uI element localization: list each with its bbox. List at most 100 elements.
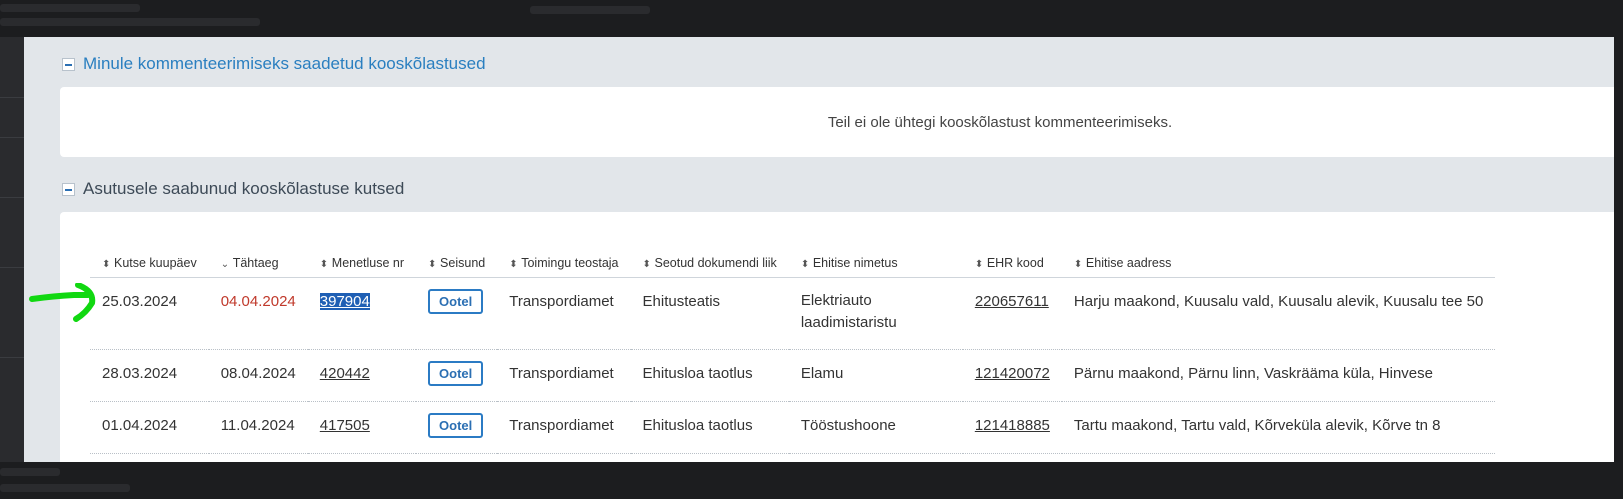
table-cell: Elamu bbox=[789, 350, 963, 402]
invite-date: 01.04.2024 bbox=[102, 417, 178, 434]
table-cell: Ehitusteatis bbox=[631, 278, 789, 350]
ehr-code-link[interactable]: 121420072 bbox=[975, 365, 1050, 382]
document-type: Ehitusloa taotlus bbox=[642, 365, 753, 382]
table-row[interactable]: 25.03.2024 04.04.2024 397904 Ootel Transpord… bbox=[90, 278, 1496, 350]
column-header[interactable]: ⬍ Toimingu teostaja bbox=[497, 234, 630, 278]
table-cell: Tartu maakond, Tartu vald, Kõrveküla ale… bbox=[1062, 402, 1495, 454]
column-header[interactable]: ⬍ Seotud dokumendi liik bbox=[631, 234, 789, 278]
sort-both-icon[interactable]: ⬍ bbox=[428, 259, 438, 270]
building-address: Harju maakond, Kuusalu vald, Kuusalu ale… bbox=[1073, 293, 1484, 310]
building-address: Pärnu maakond, Pärnu linn, Vaskrääma kül… bbox=[1073, 365, 1433, 382]
status-badge[interactable]: Ootel bbox=[428, 289, 484, 314]
sort-both-icon[interactable]: ⬍ bbox=[509, 259, 519, 270]
sort-both-icon[interactable]: ⬍ bbox=[1074, 259, 1084, 270]
sort-both-icon[interactable]: ⬍ bbox=[801, 259, 811, 270]
invite-date: 28.03.2024 bbox=[102, 365, 178, 382]
proceeding-number-link[interactable]: 420442 bbox=[320, 365, 370, 382]
background-side-panel bbox=[0, 37, 24, 462]
table-row[interactable]: 01.04.2024 11.04.2024 417505 Ootel Transpord… bbox=[90, 402, 1496, 454]
proceeding-number-link[interactable]: 397904 bbox=[319, 293, 370, 310]
table-cell: 01.04.2024 bbox=[90, 402, 209, 454]
sort-both-icon[interactable]: ⬍ bbox=[643, 259, 653, 270]
performer: Transpordiamet bbox=[509, 293, 614, 310]
sort-both-icon[interactable]: ⬍ bbox=[975, 259, 985, 270]
column-header[interactable]: ⌄ Tähtaeg bbox=[209, 234, 308, 278]
table-cell: Harju maakond, Kuusalu vald, Kuusalu ale… bbox=[1062, 278, 1495, 350]
collapse-icon[interactable] bbox=[62, 182, 75, 196]
sort-both-icon[interactable]: ⬍ bbox=[320, 259, 330, 270]
column-header-label: Toimingu teostaja bbox=[521, 256, 619, 270]
performer: Transpordiamet bbox=[509, 417, 614, 434]
table-cell: Ootel bbox=[416, 402, 497, 454]
background-blur bbox=[530, 6, 650, 14]
building-name: Tööstushoone bbox=[800, 417, 896, 434]
sort-both-icon[interactable]: ⬍ bbox=[102, 259, 112, 270]
table-header-row: ⬍ Kutse kuupäev ⌄ Tähtaeg ⬍ Menetluse nr ⬍ Seis… bbox=[90, 234, 1496, 278]
table-cell: Ootel bbox=[416, 350, 497, 402]
column-header[interactable]: ⬍ Ehitise aadress bbox=[1062, 234, 1495, 278]
table-cell: Transpordiamet bbox=[497, 402, 630, 454]
table-cell: 04.04.2024 bbox=[209, 278, 308, 350]
column-header-label: Menetluse nr bbox=[331, 256, 405, 270]
column-header-label: Seisund bbox=[440, 256, 486, 270]
table-cell: 121418885 bbox=[963, 402, 1062, 454]
column-header[interactable]: ⬍ Menetluse nr bbox=[308, 234, 416, 278]
document-type: Ehitusteatis bbox=[642, 293, 721, 310]
table-cell: 11.04.2024 bbox=[209, 402, 308, 454]
annotation-arrow-icon bbox=[29, 283, 96, 322]
table-cell: 08.04.2024 bbox=[209, 350, 308, 402]
column-header-label: Ehitise nimetus bbox=[812, 256, 898, 270]
building-name: Elektriauto laadimistaristu bbox=[800, 292, 897, 331]
table-cell: 121420072 bbox=[963, 350, 1062, 402]
document-type: Ehitusloa taotlus bbox=[642, 417, 753, 434]
table-cell: Tööstushoone bbox=[789, 402, 963, 454]
ehr-code-link[interactable]: 220657611 bbox=[975, 293, 1049, 310]
section-invites-panel: ⬍ Kutse kuupäev ⌄ Tähtaeg ⬍ Menetluse nr ⬍ Seis… bbox=[60, 212, 1614, 462]
table-cell: 28.03.2024 bbox=[90, 350, 209, 402]
collapse-icon[interactable] bbox=[62, 57, 75, 71]
table-cell: 417505 bbox=[308, 402, 416, 454]
column-header-label: Ehitise aadress bbox=[1085, 256, 1172, 270]
table-cell: 397904 bbox=[308, 278, 416, 350]
invite-date: 25.03.2024 bbox=[102, 293, 178, 310]
building-address: Tartu maakond, Tartu vald, Kõrveküla ale… bbox=[1073, 417, 1441, 434]
column-header-label: EHR kood bbox=[986, 256, 1044, 270]
table-cell: Ehitusloa taotlus bbox=[631, 350, 789, 402]
invites-table: ⬍ Kutse kuupäev ⌄ Tähtaeg ⬍ Menetluse nr ⬍ Seis… bbox=[90, 234, 1496, 454]
background-blur bbox=[0, 468, 60, 476]
section-comment-header[interactable]: Minule kommenteerimiseks saadetud kooskõ… bbox=[62, 53, 486, 75]
status-badge[interactable]: Ootel bbox=[428, 413, 484, 438]
empty-message: Teil ei ole ühtegi kooskõlastust komment… bbox=[827, 113, 1173, 131]
background-blur bbox=[0, 18, 260, 26]
section-invites-title[interactable]: Asutusele saabunud kooskõlastuse kutsed bbox=[83, 179, 404, 199]
deadline: 04.04.2024 bbox=[220, 293, 296, 310]
table-cell: Elektriauto laadimistaristu bbox=[789, 278, 963, 350]
approvals-window: Minule kommenteerimiseks saadetud kooskõ… bbox=[24, 37, 1614, 462]
section-comment-title[interactable]: Minule kommenteerimiseks saadetud kooskõ… bbox=[83, 54, 486, 74]
section-comment-panel: Teil ei ole ühtegi kooskõlastust komment… bbox=[60, 87, 1614, 157]
deadline: 08.04.2024 bbox=[220, 365, 296, 382]
status-badge[interactable]: Ootel bbox=[428, 361, 484, 386]
performer: Transpordiamet bbox=[509, 365, 614, 382]
building-name: Elamu bbox=[800, 365, 844, 382]
column-header[interactable]: ⬍ Kutse kuupäev bbox=[90, 234, 209, 278]
column-header[interactable]: ⬍ EHR kood bbox=[963, 234, 1062, 278]
column-header[interactable]: ⬍ Ehitise nimetus bbox=[789, 234, 963, 278]
column-header-label: Kutse kuupäev bbox=[114, 256, 197, 270]
table-cell: Pärnu maakond, Pärnu linn, Vaskrääma kül… bbox=[1062, 350, 1495, 402]
column-header-label: Tähtaeg bbox=[232, 256, 279, 270]
table-cell: Ootel bbox=[416, 278, 497, 350]
proceeding-number-link[interactable]: 417505 bbox=[320, 417, 370, 434]
table-row[interactable]: 28.03.2024 08.04.2024 420442 Ootel Transpord… bbox=[90, 350, 1496, 402]
column-header[interactable]: ⬍ Seisund bbox=[416, 234, 497, 278]
ehr-code-link[interactable]: 121418885 bbox=[975, 417, 1050, 434]
sort-desc-icon[interactable]: ⌄ bbox=[221, 259, 231, 270]
table-cell: 420442 bbox=[308, 350, 416, 402]
table-cell: Transpordiamet bbox=[497, 278, 630, 350]
table-cell: 25.03.2024 bbox=[90, 278, 209, 350]
column-header-label: Seotud dokumendi liik bbox=[654, 256, 777, 270]
background-blur bbox=[0, 4, 140, 12]
deadline: 11.04.2024 bbox=[220, 417, 295, 434]
background-blur bbox=[0, 484, 130, 492]
section-invites-header[interactable]: Asutusele saabunud kooskõlastuse kutsed bbox=[62, 178, 404, 200]
